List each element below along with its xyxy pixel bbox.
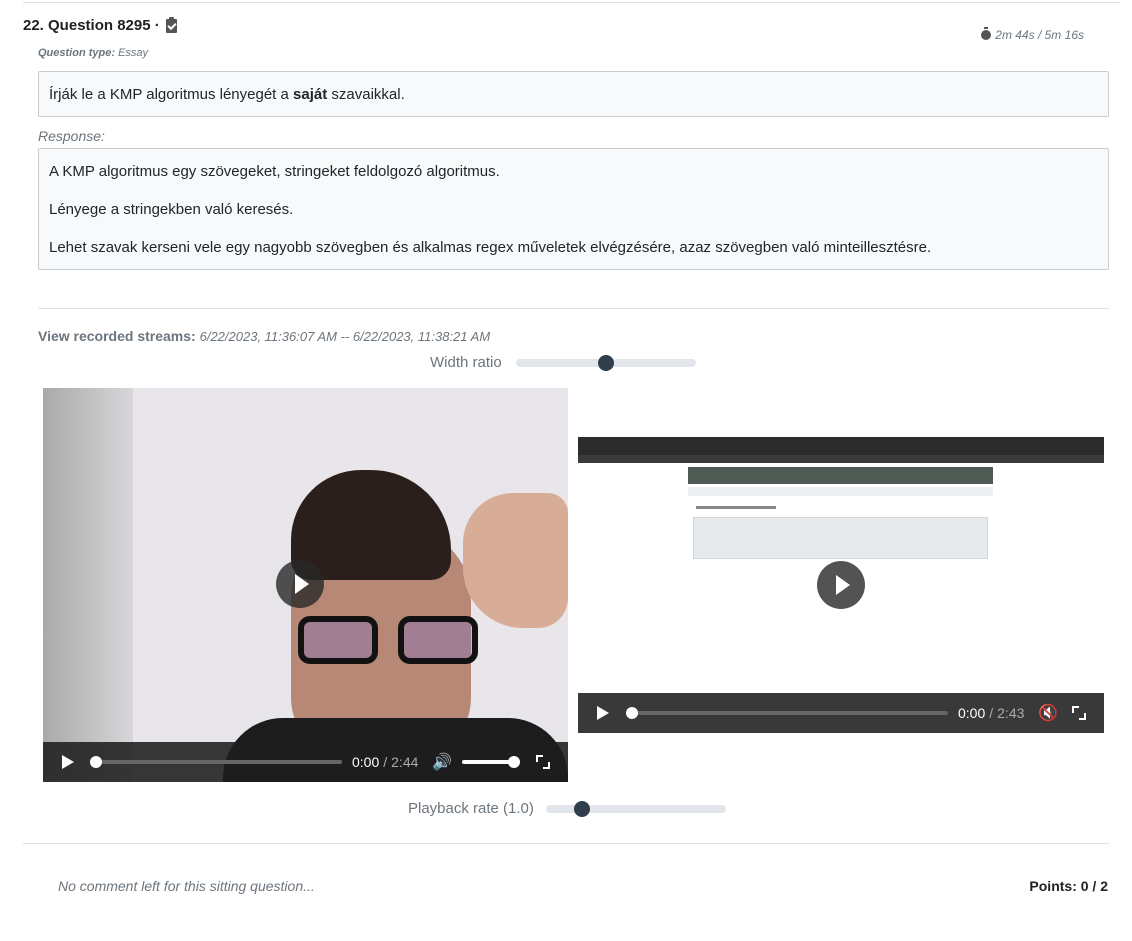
screen-browser-chrome [578, 437, 1104, 463]
top-divider [23, 2, 1120, 3]
question-timer: 2m 44s / 5m 16s [981, 27, 1084, 42]
recorded-streams-label: View recorded streams: [38, 328, 196, 344]
response-box: A KMP algoritmus egy szövegeket, stringe… [38, 148, 1109, 270]
webcam-person-hair [291, 470, 451, 580]
question-type-value: Essay [118, 47, 149, 59]
clipboard-check-icon [165, 16, 177, 33]
stopwatch-icon [981, 27, 992, 40]
response-paragraph: Lényege a stringekben való keresés. [49, 201, 294, 218]
screen-website [688, 467, 993, 562]
prompt-text-before: Írják le a KMP algoritmus lényegét a [49, 86, 294, 103]
webcam-background [43, 388, 133, 782]
playback-rate-label: Playback rate (1.0) [408, 800, 534, 817]
screen-duration: 2:43 [997, 705, 1025, 721]
screen-seek-bar[interactable] [626, 707, 948, 719]
webcam-seek-bar[interactable] [90, 756, 342, 768]
webcam-duration: 2:44 [391, 754, 419, 770]
section-divider [38, 308, 1109, 309]
points-display: Points: 0 / 2 [1029, 878, 1108, 894]
recorded-streams-range: 6/22/2023, 11:36:07 AM -- 6/22/2023, 11:… [199, 329, 491, 344]
response-label: Response: [38, 128, 105, 144]
webcam-fullscreen-icon[interactable] [536, 755, 551, 769]
screen-fullscreen-icon[interactable] [1072, 706, 1087, 720]
webcam-volume-slider[interactable] [462, 756, 521, 768]
webcam-play-icon[interactable] [62, 755, 74, 769]
width-ratio-thumb[interactable] [597, 354, 614, 371]
question-title: 22. Question 8295 · [23, 17, 160, 34]
playback-rate-thumb[interactable] [573, 800, 590, 817]
prompt-text-bold: saját [293, 86, 328, 103]
width-ratio-label: Width ratio [430, 354, 502, 371]
timer-text: 2m 44s / 5m 16s [995, 28, 1084, 42]
webcam-video[interactable]: 0:00 / 2:44 🔊 [43, 388, 568, 782]
width-ratio-control: Width ratio [430, 354, 696, 371]
playback-rate-slider[interactable] [545, 800, 726, 817]
screen-play-icon[interactable] [597, 706, 609, 720]
response-paragraph: A KMP algoritmus egy szövegeket, stringe… [49, 163, 500, 180]
screen-video[interactable]: 0:00 / 2:43 🔇 [578, 437, 1104, 733]
webcam-big-play-icon[interactable] [276, 560, 324, 608]
comment-placeholder[interactable]: No comment left for this sitting questio… [58, 878, 315, 894]
screen-seek-thumb[interactable] [626, 707, 638, 719]
response-paragraph: Lehet szavak kerseni vele egy nagyobb sz… [49, 239, 932, 256]
question-prompt: Írják le a KMP algoritmus lényegét a saj… [38, 71, 1109, 117]
footer-divider [23, 843, 1109, 844]
webcam-person-hand [463, 493, 568, 628]
muted-icon[interactable]: 🔇 [1038, 703, 1058, 723]
question-header: 22. Question 8295 · [23, 16, 177, 34]
width-ratio-slider[interactable] [515, 354, 696, 371]
playback-rate-control: Playback rate (1.0) [408, 800, 726, 817]
screen-time-separator: / [989, 705, 994, 721]
webcam-seek-thumb[interactable] [90, 756, 102, 768]
webcam-time-separator: / [383, 754, 388, 770]
volume-icon[interactable]: 🔊 [432, 752, 452, 772]
screen-big-play-icon[interactable] [817, 561, 865, 609]
prompt-text-after: szavaikkal. [327, 86, 405, 103]
recorded-streams-header: View recorded streams: 6/22/2023, 11:36:… [38, 328, 490, 344]
screen-controls: 0:00 / 2:43 🔇 [578, 693, 1104, 733]
question-type-label: Question type: [38, 47, 116, 59]
screen-current-time: 0:00 [958, 705, 986, 721]
webcam-controls: 0:00 / 2:44 🔊 [43, 742, 568, 782]
question-type: Question type: Essay [38, 47, 148, 59]
webcam-current-time: 0:00 [352, 754, 380, 770]
webcam-person-glasses [298, 616, 498, 666]
